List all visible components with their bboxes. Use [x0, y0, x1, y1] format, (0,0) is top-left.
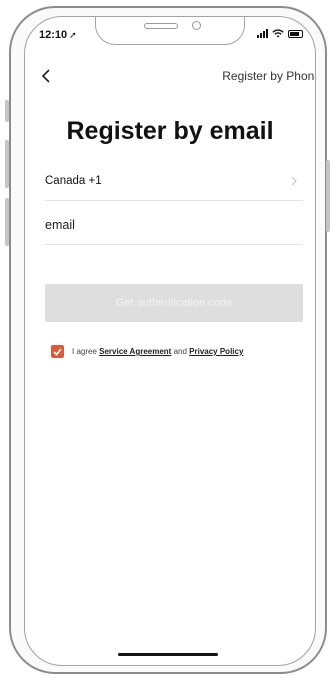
- status-time-text: 12:10: [39, 29, 68, 41]
- status-bar: 12:10 ➚: [25, 17, 315, 51]
- status-icons: [257, 29, 303, 38]
- country-selector[interactable]: Canada +1: [45, 161, 303, 201]
- volume-up-button: [5, 140, 9, 188]
- battery-icon: [288, 30, 303, 38]
- email-field-row: [45, 205, 303, 245]
- checkmark-icon: [53, 347, 62, 356]
- page-title: Register by email: [66, 117, 274, 145]
- privacy-policy-link[interactable]: Privacy Policy: [189, 347, 243, 356]
- get-authentication-code-button[interactable]: Get authentication code: [45, 284, 303, 322]
- speaker-icon: [144, 23, 178, 29]
- camera-icon: [192, 21, 201, 30]
- status-time: 12:10 ➚: [39, 29, 77, 41]
- service-agreement-link[interactable]: Service Agreement: [99, 347, 171, 356]
- home-indicator[interactable]: [118, 653, 218, 656]
- phone-screen: 12:10 ➚ Register by Phone Register by ema…: [24, 16, 316, 666]
- notch: [95, 17, 245, 45]
- agreement-checkbox[interactable]: [51, 345, 64, 358]
- mute-switch: [5, 100, 9, 122]
- register-by-phone-link[interactable]: Register by Phone: [222, 69, 315, 83]
- wifi-icon: [272, 29, 284, 38]
- volume-down-button: [5, 198, 9, 246]
- chevron-right-icon: [291, 176, 297, 185]
- email-field[interactable]: [45, 217, 303, 232]
- agreement-prefix: I agree: [72, 347, 97, 356]
- agreement-text: I agree Service Agreement and Privacy Po…: [72, 347, 243, 356]
- cellular-signal-icon: [257, 29, 268, 38]
- location-arrow-icon: ➚: [69, 30, 77, 40]
- chevron-left-icon: [41, 69, 50, 83]
- agreement-row: I agree Service Agreement and Privacy Po…: [51, 345, 243, 358]
- country-value: Canada +1: [45, 174, 102, 187]
- back-button[interactable]: [37, 67, 55, 85]
- power-button: [326, 160, 330, 232]
- agreement-conjunction: and: [173, 347, 187, 356]
